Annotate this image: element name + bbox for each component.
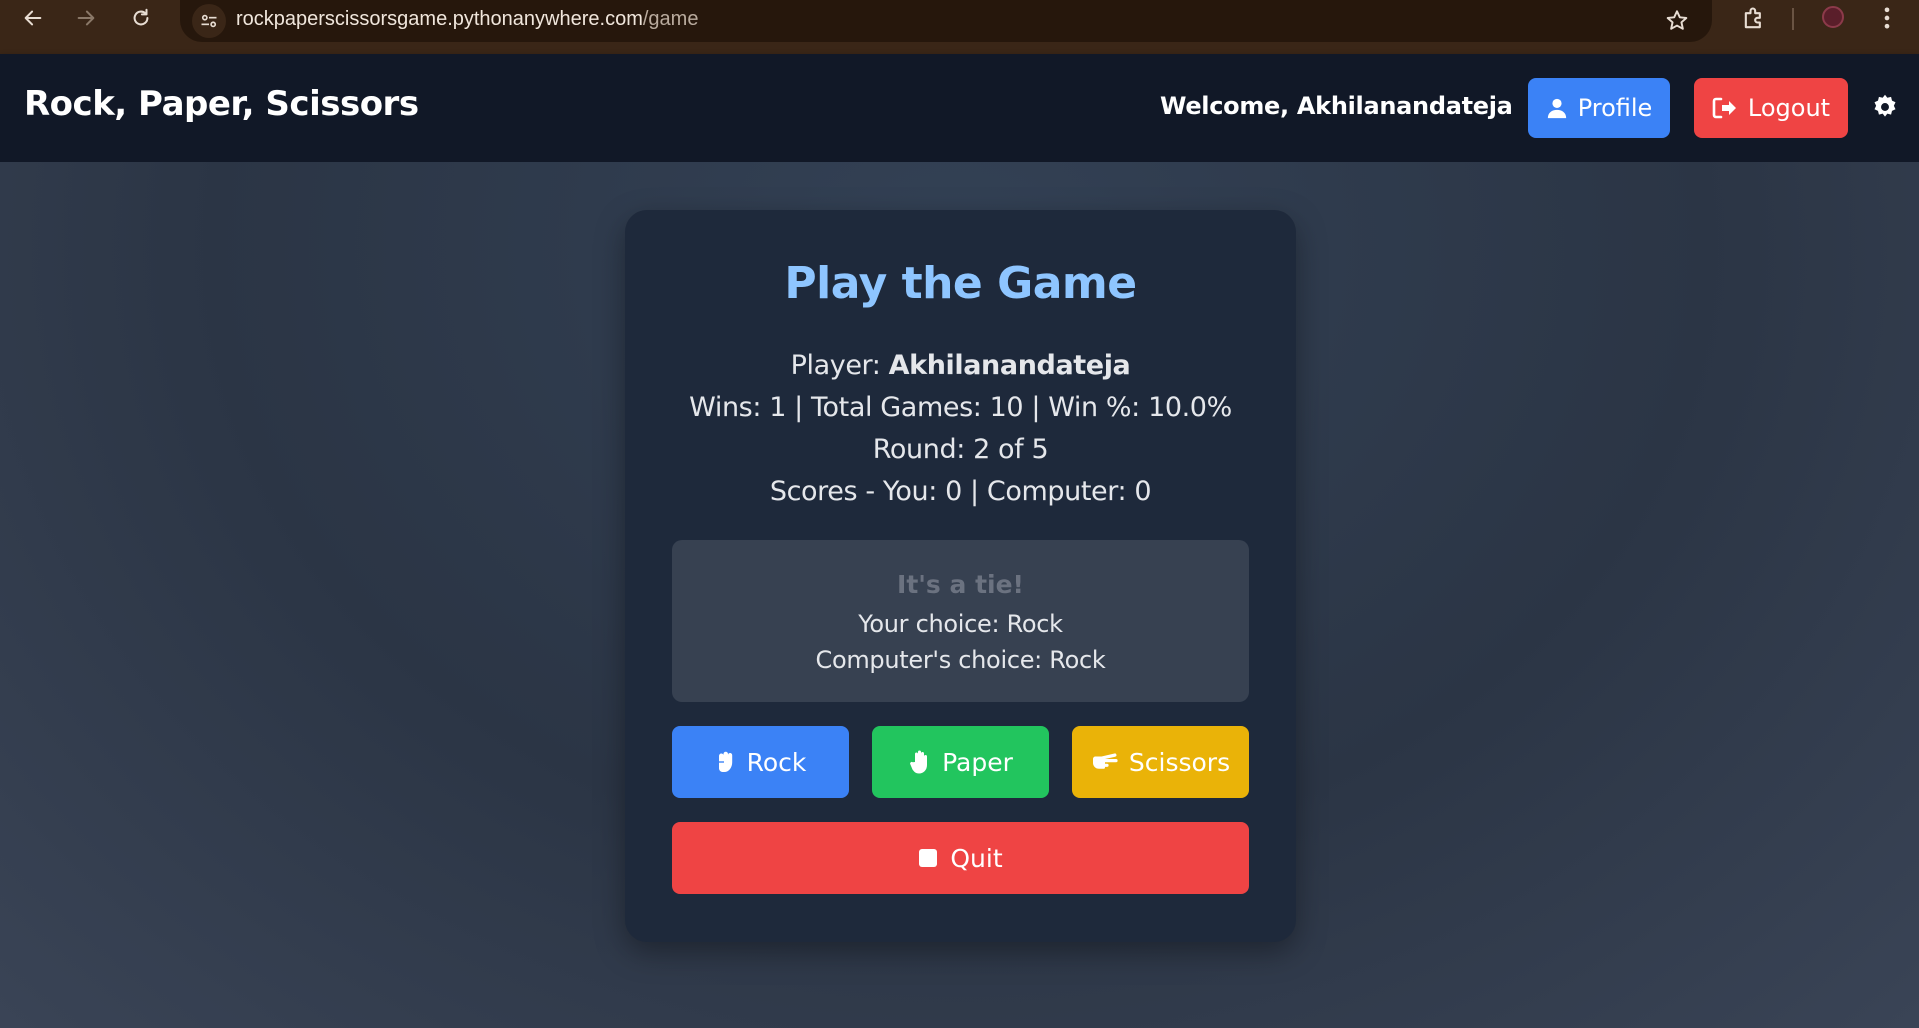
scissors-hand-icon — [1091, 751, 1119, 773]
paper-button[interactable]: Paper — [872, 726, 1049, 798]
scissors-label: Scissors — [1128, 747, 1231, 777]
paper-label: Paper — [942, 747, 1013, 777]
game-card: Play the Game Player: Akhilanandateja Wi… — [625, 210, 1296, 942]
rock-label: Rock — [746, 747, 807, 777]
url-text: rockpaperscissorsgame.pythonanywhere.com… — [236, 8, 699, 30]
avatar[interactable] — [1822, 6, 1844, 28]
scores-line: Scores - You: 0 | Computer: 0 — [769, 476, 1152, 507]
result-headline: It's a tie! — [897, 570, 1024, 599]
your-choice-text: Your choice: Rock — [858, 610, 1063, 638]
quit-label: Quit — [950, 843, 1003, 873]
stats-line: Wins: 1 | Total Games: 10 | Win %: 10.0% — [689, 392, 1232, 423]
player-name: Akhilanandateja — [888, 350, 1131, 381]
divider — [1792, 8, 1794, 30]
forward-arrow-icon[interactable] — [69, 0, 103, 36]
reload-icon[interactable] — [124, 0, 158, 36]
profile-button[interactable]: Profile — [1528, 78, 1670, 138]
star-icon[interactable] — [1664, 8, 1690, 38]
quit-button[interactable]: Quit — [672, 822, 1249, 894]
address-bar[interactable]: rockpaperscissorsgame.pythonanywhere.com… — [180, 0, 1712, 42]
round-line: Round: 2 of 5 — [872, 434, 1049, 465]
fist-icon — [715, 750, 737, 774]
page-title: Play the Game — [784, 258, 1137, 309]
logout-label: Logout — [1747, 94, 1831, 122]
scissors-button[interactable]: Scissors — [1072, 726, 1249, 798]
sign-out-icon — [1712, 96, 1738, 120]
stop-icon — [918, 848, 938, 868]
rock-button[interactable]: Rock — [672, 726, 849, 798]
player-prefix: Player: — [790, 350, 889, 381]
back-arrow-icon[interactable] — [16, 0, 50, 36]
kebab-menu-icon[interactable] — [1876, 4, 1898, 36]
browser-toolbar: rockpaperscissorsgame.pythonanywhere.com… — [0, 0, 1919, 54]
puzzle-icon[interactable] — [1740, 5, 1768, 37]
logout-button[interactable]: Logout — [1694, 78, 1848, 138]
app-header: Rock, Paper, Scissors Welcome, Akhilanan… — [0, 54, 1919, 162]
site-info-icon[interactable] — [192, 4, 226, 38]
result-panel: It's a tie! Your choice: Rock Computer's… — [672, 540, 1249, 702]
profile-label: Profile — [1577, 94, 1653, 122]
brand-title[interactable]: Rock, Paper, Scissors — [24, 84, 419, 124]
user-icon — [1546, 97, 1568, 119]
welcome-text: Welcome, Akhilanandateja — [1160, 92, 1513, 120]
hand-icon — [908, 749, 932, 775]
computer-choice-text: Computer's choice: Rock — [815, 646, 1106, 674]
gear-icon[interactable] — [1868, 90, 1902, 124]
player-line: Player: Akhilanandateja — [625, 350, 1296, 381]
